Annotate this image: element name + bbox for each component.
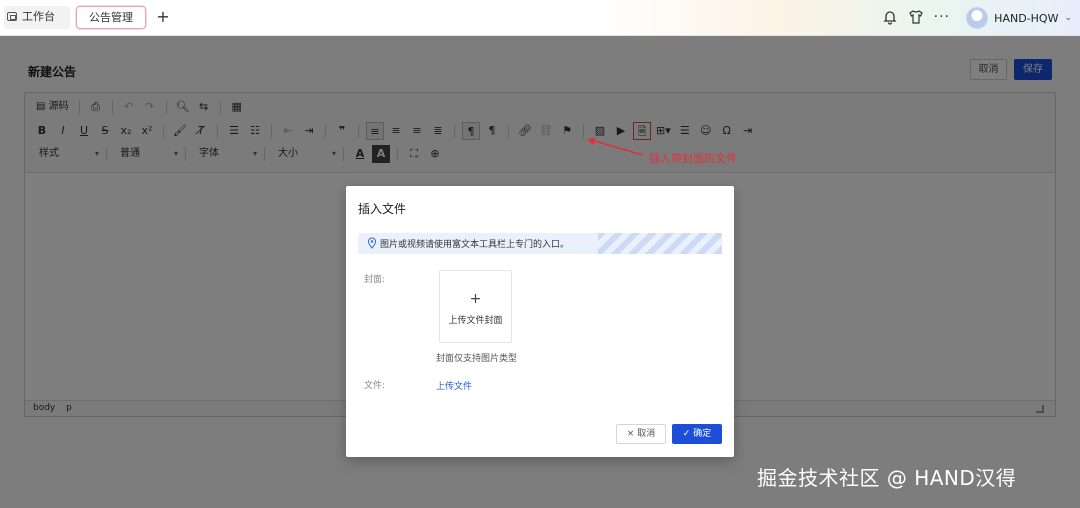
shirt-icon[interactable] — [908, 9, 924, 25]
user-name: HAND-HQW — [994, 11, 1059, 25]
cover-label: 封面: — [364, 275, 386, 285]
plus-icon: + — [469, 291, 482, 307]
file-label: 文件: — [364, 381, 386, 391]
annotation-text: 插入带封面的文件 — [649, 152, 737, 165]
cover-upload-label: 上传文件封面 — [448, 316, 503, 326]
bell-icon[interactable] — [882, 9, 898, 25]
dialog-confirm-button[interactable]: ✓ 确定 — [672, 424, 722, 444]
dialog-title: 插入文件 — [358, 202, 407, 216]
tab-workbench[interactable]: 工作台 — [4, 6, 70, 29]
upload-file-link[interactable]: 上传文件 — [436, 379, 472, 392]
notice-decoration — [598, 233, 722, 254]
annotation-arrow-icon — [587, 138, 644, 156]
more-icon[interactable]: ··· — [934, 10, 950, 24]
cover-hint: 封面仅支持图片类型 — [436, 354, 518, 364]
user-menu[interactable]: HAND-HQW ⌄ — [966, 6, 1072, 30]
avatar — [966, 7, 989, 29]
tab-announcement-management[interactable]: 公告管理 — [76, 6, 146, 29]
add-tab-button[interactable]: + — [152, 6, 174, 29]
dialog-cancel-button[interactable]: × 取消 — [616, 424, 666, 444]
tab-label: 工作台 — [22, 10, 55, 23]
header-actions: ··· — [882, 9, 950, 25]
location-pin-icon — [367, 237, 377, 249]
home-icon — [7, 12, 17, 21]
insert-file-dialog: 插入文件 图片或视频请使用富文本工具栏上专门的入口。 封面: + 上传文件封面 … — [346, 186, 734, 457]
notice-text: 图片或视频请使用富文本工具栏上专门的入口。 — [380, 240, 570, 250]
watermark: 掘金技术社区 @ HAND汉得 — [757, 466, 1017, 490]
info-notice: 图片或视频请使用富文本工具栏上专门的入口。 — [358, 233, 722, 254]
tab-label: 公告管理 — [89, 11, 133, 24]
chevron-down-icon: ⌄ — [1064, 13, 1072, 23]
cover-upload-button[interactable]: + 上传文件封面 — [439, 270, 512, 343]
top-bar: 工作台 公告管理 + ··· HAND-HQW ⌄ — [0, 0, 1080, 36]
